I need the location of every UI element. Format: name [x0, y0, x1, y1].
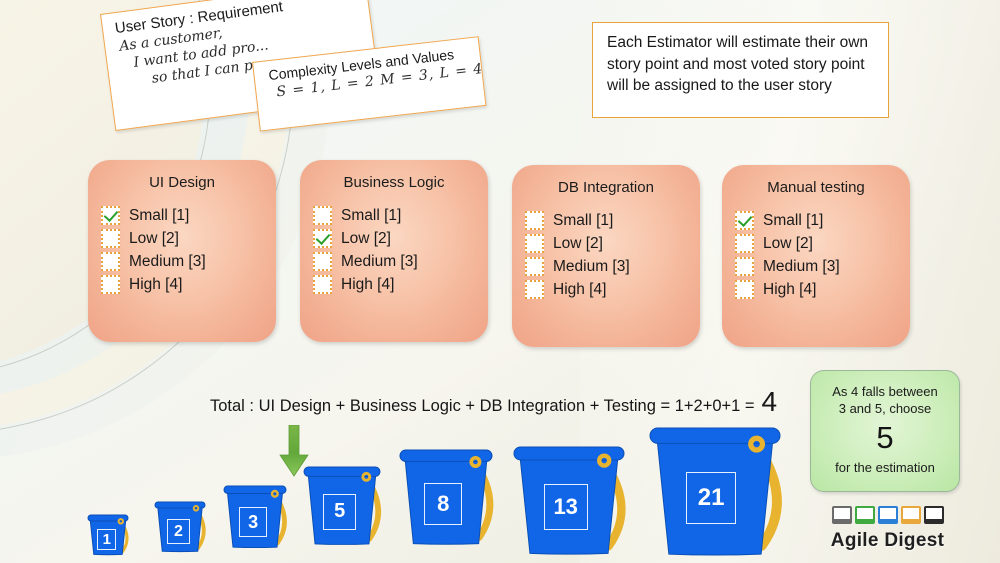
estimator-option-label: High [4] [129, 275, 183, 293]
checkbox-icon[interactable] [313, 275, 332, 294]
estimator-callout-box: Each Estimator will estimate their own s… [592, 22, 889, 118]
estimator-option-label: Low [2] [553, 234, 603, 252]
bucket-label: 5 [323, 493, 357, 530]
estimator-option-label: Small [1] [763, 211, 824, 229]
bucket-label: 8 [424, 482, 463, 525]
estimator-option-row[interactable]: Medium [3] [101, 250, 276, 273]
estimator-card-manual-testing[interactable]: Manual testing Small [1] Low [2] Medium … [722, 165, 910, 347]
estimator-card-db-integration[interactable]: DB Integration Small [1] Low [2] Medium … [512, 165, 700, 347]
bucket-21[interactable]: 21 [649, 427, 801, 556]
checkbox-icon[interactable] [735, 257, 754, 276]
estimator-option-list: Small [1] Low [2] Medium [3] High [4] [88, 204, 276, 296]
estimator-card-title: Business Logic [343, 174, 445, 191]
estimator-option-label: Small [1] [129, 206, 190, 224]
bucket-8[interactable]: 8 [399, 449, 507, 545]
estimator-option-row[interactable]: High [4] [313, 273, 488, 296]
bucket-label: 13 [543, 484, 588, 531]
estimator-option-row[interactable]: Small [1] [313, 204, 488, 227]
estimator-option-row[interactable]: Low [2] [313, 227, 488, 250]
bucket-5[interactable]: 5 [303, 466, 392, 545]
result-line-1: As 4 falls between [832, 384, 938, 399]
checkbox-icon[interactable] [101, 229, 120, 248]
result-value: 5 [876, 420, 894, 455]
estimator-option-row[interactable]: Small [1] [101, 204, 276, 227]
result-line-2: 3 and 5, choose [838, 401, 932, 416]
estimator-option-list: Small [1] Low [2] Medium [3] High [4] [512, 209, 700, 301]
bucket-label: 2 [167, 519, 190, 545]
estimator-option-row[interactable]: High [4] [525, 278, 700, 301]
estimator-option-label: Low [2] [129, 229, 179, 247]
estimator-option-label: Medium [3] [763, 257, 840, 275]
estimator-option-label: High [4] [553, 280, 607, 298]
checkbox-checked-icon[interactable] [101, 206, 120, 225]
estimator-option-label: Low [2] [763, 234, 813, 252]
estimator-callout-text: Each Estimator will estimate their own s… [607, 34, 869, 94]
checkbox-icon[interactable] [735, 280, 754, 299]
estimator-option-row[interactable]: Small [1] [735, 209, 910, 232]
estimator-option-label: Small [1] [553, 211, 614, 229]
checkbox-icon[interactable] [101, 252, 120, 271]
estimator-option-row[interactable]: Medium [3] [735, 255, 910, 278]
estimator-card-title: Manual testing [767, 179, 865, 196]
estimator-option-label: Low [2] [341, 229, 391, 247]
logo-brand-text: Agile Digest [830, 530, 945, 551]
checkbox-checked-icon[interactable] [735, 211, 754, 230]
estimator-option-label: Small [1] [341, 206, 402, 224]
checkbox-icon[interactable] [313, 206, 332, 225]
estimator-card-ui-design[interactable]: UI Design Small [1] Low [2] Medium [3] H… [88, 160, 276, 342]
estimator-option-row[interactable]: Small [1] [525, 209, 700, 232]
checkbox-icon[interactable] [525, 280, 544, 299]
estimator-option-row[interactable]: Medium [3] [525, 255, 700, 278]
bucket-13[interactable]: 13 [513, 446, 642, 555]
checkbox-icon[interactable] [101, 275, 120, 294]
estimator-option-row[interactable]: Low [2] [735, 232, 910, 255]
estimator-card-title: UI Design [149, 174, 215, 191]
estimator-option-label: High [4] [341, 275, 395, 293]
photo-frame-icon [923, 506, 944, 524]
agile-digest-logo: Agile Digest [805, 506, 970, 560]
photo-frame-icon [900, 506, 921, 524]
bucket-label: 21 [686, 472, 737, 525]
bucket-2[interactable]: 2 [154, 501, 213, 553]
total-expression-text: Total : UI Design + Business Logic + DB … [210, 397, 755, 415]
estimator-option-row[interactable]: High [4] [735, 278, 910, 301]
logo-frames [805, 506, 970, 527]
checkbox-icon[interactable] [525, 257, 544, 276]
checkbox-icon[interactable] [313, 252, 332, 271]
estimator-option-label: Medium [3] [129, 252, 206, 270]
photo-frame-icon [854, 506, 875, 524]
estimator-card-business-logic[interactable]: Business Logic Small [1] Low [2] Medium … [300, 160, 488, 342]
bucket-label: 1 [97, 529, 117, 551]
bucket-3[interactable]: 3 [223, 485, 296, 549]
checkbox-checked-icon[interactable] [313, 229, 332, 248]
bucket-label: 3 [239, 507, 268, 538]
estimator-option-row[interactable]: Low [2] [525, 232, 700, 255]
estimator-option-list: Small [1] Low [2] Medium [3] High [4] [722, 209, 910, 301]
estimator-option-row[interactable]: Low [2] [101, 227, 276, 250]
estimator-option-label: Medium [3] [553, 257, 630, 275]
estimator-option-list: Small [1] Low [2] Medium [3] High [4] [300, 204, 488, 296]
bucket-1[interactable]: 1 [87, 514, 134, 556]
result-line-3: for the estimation [835, 460, 935, 475]
result-estimation-box: As 4 falls between 3 and 5, choose 5 for… [810, 370, 960, 492]
estimator-card-title: DB Integration [558, 179, 654, 196]
estimator-option-row[interactable]: Medium [3] [313, 250, 488, 273]
checkbox-icon[interactable] [525, 211, 544, 230]
total-value: 4 [761, 386, 778, 417]
checkbox-icon[interactable] [525, 234, 544, 253]
total-expression: Total : UI Design + Business Logic + DB … [210, 388, 777, 416]
photo-frame-icon [831, 506, 852, 524]
photo-frame-icon [877, 506, 898, 524]
down-arrow-icon [279, 424, 309, 477]
estimator-option-label: Medium [3] [341, 252, 418, 270]
estimator-option-row[interactable]: High [4] [101, 273, 276, 296]
estimator-option-label: High [4] [763, 280, 817, 298]
slide-canvas: User Story : Requirement As a customer, … [0, 0, 1000, 563]
checkbox-icon[interactable] [735, 234, 754, 253]
